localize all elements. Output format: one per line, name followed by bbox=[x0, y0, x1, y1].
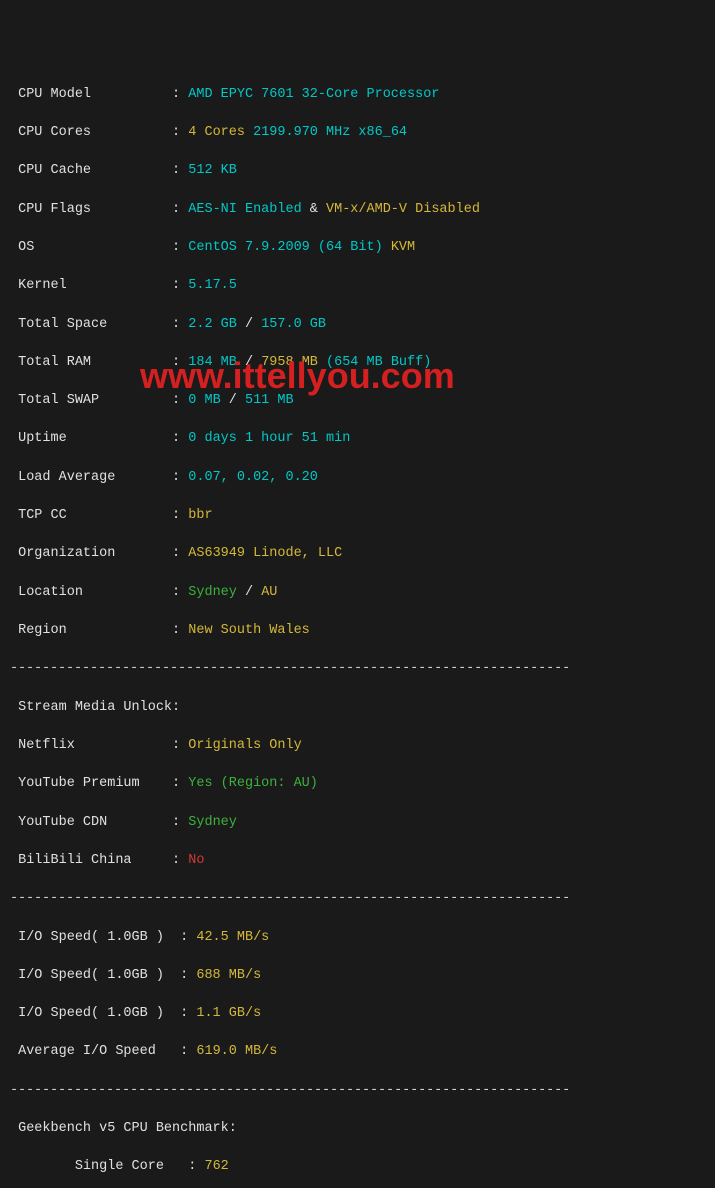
divider: ----------------------------------------… bbox=[10, 1081, 705, 1100]
io-label-1: I/O Speed( 1.0GB ) bbox=[18, 930, 164, 945]
geekbench-single-value: 762 bbox=[204, 1159, 228, 1174]
ram-row: Total RAM : 184 MB / 7958 MB (654 MB Buf… bbox=[10, 353, 705, 372]
space-label: Total Space bbox=[18, 317, 107, 332]
space-total: 157.0 GB bbox=[261, 317, 326, 332]
youtube-cdn-value: Sydney bbox=[188, 815, 237, 830]
ram-label: Total RAM bbox=[18, 355, 91, 370]
io-value-1: 42.5 MB/s bbox=[196, 930, 269, 945]
netflix-row: Netflix : Originals Only bbox=[10, 736, 705, 755]
geekbench-header: Geekbench v5 CPU Benchmark bbox=[18, 1121, 229, 1136]
geekbench-single-row: Single Core : 762 bbox=[10, 1157, 705, 1176]
swap-label: Total SWAP bbox=[18, 393, 99, 408]
youtube-premium-value: Yes (Region: AU) bbox=[188, 776, 318, 791]
org-label: Organization bbox=[18, 546, 115, 561]
os-virt: KVM bbox=[391, 240, 415, 255]
location-label: Location bbox=[18, 585, 83, 600]
cpu-cores-count: 4 Cores bbox=[188, 125, 245, 140]
bilibili-value: No bbox=[188, 853, 204, 868]
tcp-row: TCP CC : bbr bbox=[10, 506, 705, 525]
location-country: AU bbox=[261, 585, 277, 600]
tcp-label: TCP CC bbox=[18, 508, 67, 523]
divider: ----------------------------------------… bbox=[10, 889, 705, 908]
location-city: Sydney bbox=[188, 585, 237, 600]
io-label-2: I/O Speed( 1.0GB ) bbox=[18, 968, 164, 983]
cpu-model-label: CPU Model bbox=[18, 87, 91, 102]
cpu-cores-freq: 2199.970 MHz x86_64 bbox=[253, 125, 407, 140]
load-value: 0.07, 0.02, 0.20 bbox=[188, 470, 318, 485]
os-value: CentOS 7.9.2009 (64 Bit) bbox=[188, 240, 382, 255]
cpu-cache-value: 512 KB bbox=[188, 163, 237, 178]
io-row-2: I/O Speed( 1.0GB ) : 688 MB/s bbox=[10, 966, 705, 985]
io-avg-value: 619.0 MB/s bbox=[196, 1044, 277, 1059]
ram-buff: (654 MB Buff) bbox=[318, 355, 431, 370]
ram-total: 7958 MB bbox=[261, 355, 318, 370]
stream-header-row: Stream Media Unlock: bbox=[10, 698, 705, 717]
cpu-model-row: CPU Model : AMD EPYC 7601 32-Core Proces… bbox=[10, 85, 705, 104]
cpu-flags-vmx: VM-x/AMD-V Disabled bbox=[326, 202, 480, 217]
uptime-label: Uptime bbox=[18, 431, 67, 446]
swap-used: 0 MB bbox=[188, 393, 220, 408]
uptime-value: 0 days 1 hour 51 min bbox=[188, 431, 350, 446]
io-avg-label: Average I/O Speed bbox=[18, 1044, 156, 1059]
cpu-cores-row: CPU Cores : 4 Cores 2199.970 MHz x86_64 bbox=[10, 123, 705, 142]
io-row-3: I/O Speed( 1.0GB ) : 1.1 GB/s bbox=[10, 1004, 705, 1023]
io-value-2: 688 MB/s bbox=[196, 968, 261, 983]
io-row-1: I/O Speed( 1.0GB ) : 42.5 MB/s bbox=[10, 928, 705, 947]
stream-header: Stream Media Unlock bbox=[18, 700, 172, 715]
uptime-row: Uptime : 0 days 1 hour 51 min bbox=[10, 429, 705, 448]
region-value: New South Wales bbox=[188, 623, 310, 638]
youtube-premium-label: YouTube Premium bbox=[18, 776, 140, 791]
kernel-value: 5.17.5 bbox=[188, 278, 237, 293]
load-row: Load Average : 0.07, 0.02, 0.20 bbox=[10, 468, 705, 487]
ram-used: 184 MB bbox=[188, 355, 237, 370]
swap-row: Total SWAP : 0 MB / 511 MB bbox=[10, 391, 705, 410]
cpu-cache-row: CPU Cache : 512 KB bbox=[10, 161, 705, 180]
load-label: Load Average bbox=[18, 470, 115, 485]
cpu-model-value: AMD EPYC 7601 32-Core Processor bbox=[188, 87, 439, 102]
geekbench-single-label: Single Core bbox=[75, 1159, 164, 1174]
os-row: OS : CentOS 7.9.2009 (64 Bit) KVM bbox=[10, 238, 705, 257]
space-row: Total Space : 2.2 GB / 157.0 GB bbox=[10, 315, 705, 334]
youtube-premium-row: YouTube Premium : Yes (Region: AU) bbox=[10, 774, 705, 793]
org-value: AS63949 Linode, LLC bbox=[188, 546, 342, 561]
cpu-flags-row: CPU Flags : AES-NI Enabled & VM-x/AMD-V … bbox=[10, 200, 705, 219]
location-row: Location : Sydney / AU bbox=[10, 583, 705, 602]
space-used: 2.2 GB bbox=[188, 317, 237, 332]
geekbench-header-row: Geekbench v5 CPU Benchmark: bbox=[10, 1119, 705, 1138]
youtube-cdn-label: YouTube CDN bbox=[18, 815, 107, 830]
netflix-value: Originals Only bbox=[188, 738, 301, 753]
tcp-value: bbr bbox=[188, 508, 212, 523]
io-value-3: 1.1 GB/s bbox=[196, 1006, 261, 1021]
youtube-cdn-row: YouTube CDN : Sydney bbox=[10, 813, 705, 832]
io-label-3: I/O Speed( 1.0GB ) bbox=[18, 1006, 164, 1021]
netflix-label: Netflix bbox=[18, 738, 75, 753]
kernel-label: Kernel bbox=[18, 278, 67, 293]
kernel-row: Kernel : 5.17.5 bbox=[10, 276, 705, 295]
region-label: Region bbox=[18, 623, 67, 638]
cpu-flags-label: CPU Flags bbox=[18, 202, 91, 217]
bilibili-row: BiliBili China : No bbox=[10, 851, 705, 870]
cpu-cores-label: CPU Cores bbox=[18, 125, 91, 140]
region-row: Region : New South Wales bbox=[10, 621, 705, 640]
swap-total: 511 MB bbox=[245, 393, 294, 408]
cpu-cache-label: CPU Cache bbox=[18, 163, 91, 178]
org-row: Organization : AS63949 Linode, LLC bbox=[10, 544, 705, 563]
cpu-flags-aes: AES-NI Enabled bbox=[188, 202, 301, 217]
divider: ----------------------------------------… bbox=[10, 659, 705, 678]
io-avg-row: Average I/O Speed : 619.0 MB/s bbox=[10, 1042, 705, 1061]
bilibili-label: BiliBili China bbox=[18, 853, 131, 868]
os-label: OS bbox=[18, 240, 34, 255]
